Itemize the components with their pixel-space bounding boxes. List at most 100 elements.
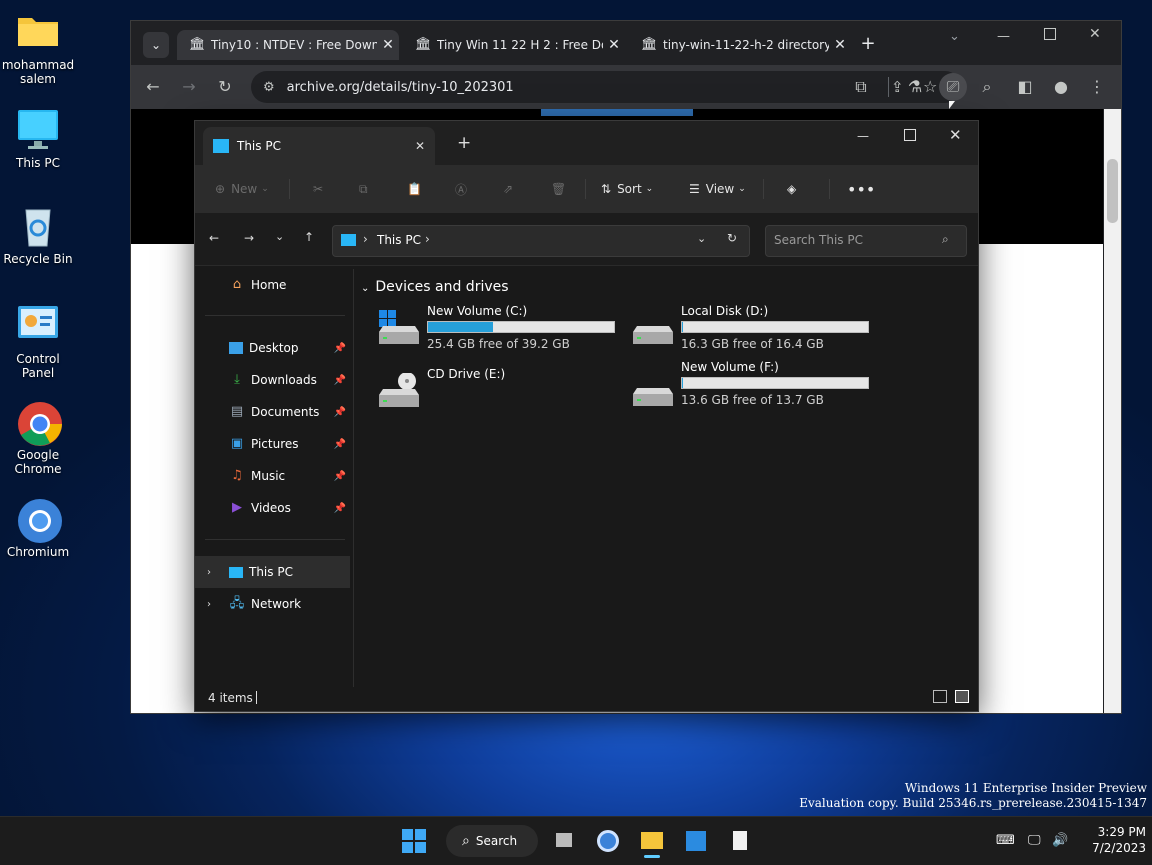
share-icon[interactable]: ⇪: [891, 78, 904, 96]
sidebar-item-videos[interactable]: ▶ Videos 📌: [195, 492, 350, 524]
desktop-icon-recycle-bin[interactable]: Recycle Bin: [0, 204, 76, 266]
cut-button[interactable]: ✂: [313, 179, 323, 199]
file-explorer-window[interactable]: This PC ✕ + — ✕ ⊕ New ⌄ ✂ ⧉ 📋 Ⓐ ⇗ 🗑 ⇅ Sort ⌄…: [194, 120, 979, 712]
drive-item[interactable]: CD Drive (E:): [371, 367, 621, 419]
section-header[interactable]: ⌄ Devices and drives: [361, 279, 509, 295]
taskbar-search-button[interactable]: ⌕ Search: [446, 825, 538, 857]
taskbar-chromium[interactable]: [592, 825, 624, 857]
extra-tool-button[interactable]: ◈: [787, 179, 796, 199]
breadcrumb-this-pc[interactable]: This PC: [377, 233, 421, 247]
pin-icon[interactable]: 📌: [334, 439, 346, 450]
taskbar-store[interactable]: [680, 825, 712, 857]
drive-item[interactable]: New Volume (C:) 25.4 GB free of 39.2 GB: [371, 304, 621, 356]
more-menu-icon[interactable]: ⋮: [1087, 77, 1107, 97]
close-tab-icon[interactable]: ✕: [829, 37, 851, 53]
back-button[interactable]: ←: [143, 77, 163, 97]
address-bar[interactable]: › This PC › ⌄ ↻: [332, 225, 750, 257]
tab-title: tiny-win-11-22-h-2 directory: [663, 38, 829, 52]
taskbar-notepad[interactable]: [724, 825, 756, 857]
pin-icon[interactable]: 📌: [334, 503, 346, 514]
chevron-down-icon[interactable]: ⌄: [697, 232, 706, 245]
sidebar-item-network[interactable]: › 🖧 Network: [195, 588, 350, 620]
copy-icon: ⧉: [359, 181, 368, 196]
start-button[interactable]: [398, 825, 430, 857]
new-tab-button[interactable]: +: [857, 33, 879, 55]
taskbar-file-explorer[interactable]: [636, 825, 668, 858]
site-settings-icon[interactable]: ⚙: [263, 80, 275, 95]
details-view-icon[interactable]: [933, 690, 947, 703]
delete-button[interactable]: 🗑: [551, 179, 566, 199]
close-tab-icon[interactable]: ✕: [603, 37, 625, 53]
chevron-right-icon[interactable]: ›: [207, 567, 223, 578]
home-icon: ⌂: [232, 277, 242, 292]
explorer-tab[interactable]: This PC ✕: [203, 127, 435, 165]
volume-icon[interactable]: 🔊: [1052, 833, 1068, 848]
search-box[interactable]: Search This PC ⌕: [765, 225, 967, 257]
close-button[interactable]: ✕: [949, 126, 962, 144]
pin-icon[interactable]: 📌: [334, 471, 346, 482]
browser-tab-1[interactable]: 🏛 Tiny10 : NTDEV : Free Downlo ✕: [177, 30, 399, 60]
see-more-button[interactable]: •••: [847, 179, 875, 199]
sidebar-item-this-pc[interactable]: › This PC: [195, 556, 350, 588]
sidebar-icon-active[interactable]: ⎚: [939, 73, 967, 101]
tab-search-button[interactable]: ⌄: [143, 32, 169, 58]
pin-icon[interactable]: 📌: [334, 343, 346, 354]
desktop-icon-control-panel[interactable]: Control Panel: [0, 304, 76, 380]
taskbar-clock[interactable]: 3:29 PM 7/2/2023: [1080, 824, 1146, 856]
refresh-icon[interactable]: ↻: [727, 231, 737, 245]
copy-button[interactable]: ⧉: [359, 179, 368, 199]
extensions-icon[interactable]: ⧉: [851, 77, 871, 97]
sidebar-item-documents[interactable]: ▤ Documents 📌: [195, 396, 350, 428]
bookmark-star-icon[interactable]: ☆: [923, 77, 937, 96]
desktop-icon-chromium[interactable]: Chromium: [0, 497, 76, 559]
drive-item[interactable]: Local Disk (D:) 16.3 GB free of 16.4 GB: [625, 304, 875, 356]
minimize-button[interactable]: —: [997, 29, 1010, 44]
keyboard-icon[interactable]: ⌨: [996, 833, 1015, 848]
tab-list-button[interactable]: ⌄: [949, 29, 960, 44]
network-icon[interactable]: 🖵: [1028, 833, 1041, 848]
rename-button[interactable]: Ⓐ: [455, 179, 467, 199]
recent-locations-button[interactable]: ⌄: [275, 230, 284, 243]
labs-flask-icon[interactable]: ⚗: [905, 77, 925, 97]
share-button[interactable]: ⇗: [503, 179, 513, 199]
task-view-button[interactable]: [548, 825, 580, 857]
maximize-button[interactable]: [1044, 28, 1056, 40]
close-button[interactable]: ✕: [1089, 26, 1101, 42]
sidebar-item-home[interactable]: ⌂ Home: [195, 269, 350, 301]
new-button[interactable]: ⊕ New ⌄: [215, 179, 269, 199]
sort-button[interactable]: ⇅ Sort ⌄: [601, 179, 653, 199]
back-button[interactable]: ←: [209, 231, 219, 245]
desktop-icon-google-chrome[interactable]: Google Chrome: [0, 400, 76, 476]
scrollbar-thumb[interactable]: [1107, 159, 1118, 223]
reload-button[interactable]: ↻: [215, 77, 235, 97]
desktop-icon-user-folder[interactable]: mohammad salem: [0, 10, 76, 86]
new-tab-button[interactable]: +: [457, 133, 471, 153]
browser-tab-2[interactable]: 🏛 Tiny Win 11 22 H 2 : Free Dow ✕: [403, 30, 625, 60]
chevron-right-icon[interactable]: ›: [207, 599, 223, 610]
sidebar-item-desktop[interactable]: Desktop 📌: [195, 332, 350, 364]
large-icons-view-icon[interactable]: [955, 690, 969, 703]
content-pane[interactable]: ⌄ Devices and drives New Volume (C:) 25.4…: [357, 269, 973, 687]
forward-button[interactable]: →: [179, 77, 199, 97]
browser-tab-3[interactable]: 🏛 tiny-win-11-22-h-2 directory ✕: [629, 30, 851, 60]
view-button[interactable]: ☰ View ⌄: [689, 179, 746, 199]
close-tab-icon[interactable]: ✕: [405, 139, 435, 153]
close-tab-icon[interactable]: ✕: [377, 37, 399, 53]
side-panel-icon[interactable]: ◧: [1015, 77, 1035, 97]
desktop-icon-this-pc[interactable]: This PC: [0, 108, 76, 170]
profile-icon[interactable]: ●: [1051, 77, 1071, 97]
pin-icon[interactable]: 📌: [334, 407, 346, 418]
sidebar-item-music[interactable]: ♫ Music 📌: [195, 460, 350, 492]
sidebar-item-pictures[interactable]: ▣ Pictures 📌: [195, 428, 350, 460]
paste-button[interactable]: 📋: [407, 179, 422, 199]
page-scrollbar[interactable]: [1104, 109, 1121, 713]
search-icon[interactable]: ⌕: [977, 77, 997, 97]
minimize-button[interactable]: —: [857, 129, 869, 143]
drive-item[interactable]: New Volume (F:) 13.6 GB free of 13.7 GB: [625, 360, 875, 412]
sidebar-item-downloads[interactable]: ⤓ Downloads 📌: [195, 364, 350, 396]
search-input[interactable]: Search This PC: [774, 233, 863, 247]
forward-button[interactable]: →: [244, 231, 254, 245]
maximize-button[interactable]: [904, 129, 916, 141]
up-button[interactable]: ↑: [304, 230, 314, 244]
pin-icon[interactable]: 📌: [334, 375, 346, 386]
